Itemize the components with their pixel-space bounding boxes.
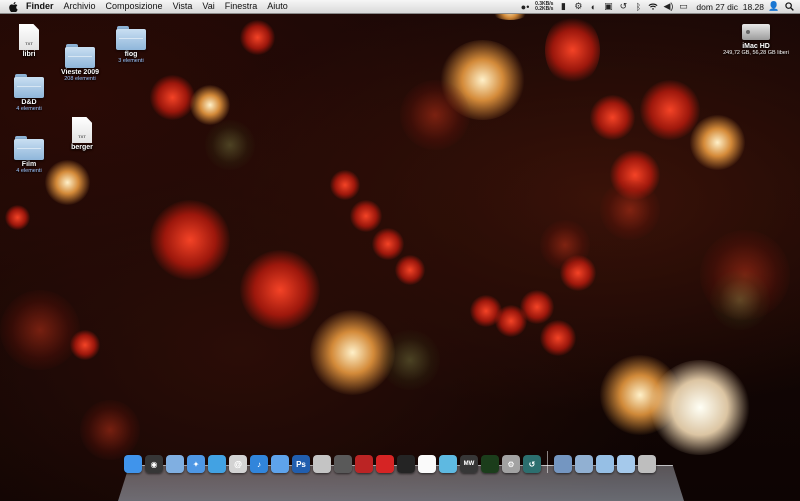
status-area: ●• 0.3KB/s 0.2KB/s ▮ ⚙ ◐ ▣ ↺ ᛒ ◀) ▭ dom …: [520, 0, 794, 13]
calendar-icon[interactable]: [418, 455, 436, 473]
folder-icon: [116, 26, 146, 50]
safari-icon[interactable]: ✦: [187, 455, 205, 473]
iphoto-icon[interactable]: [313, 455, 331, 473]
desktop-folder-flog[interactable]: flog 3 elementi: [96, 26, 166, 64]
time-machine-icon[interactable]: ↺: [523, 455, 541, 473]
ichat-icon[interactable]: [208, 455, 226, 473]
dock-separator[interactable]: [547, 451, 548, 473]
desktop-drive-imac-hd[interactable]: iMac HD 249,72 GB, 56,28 GB liberi: [716, 20, 796, 56]
system-preferences-icon[interactable]: ⚙: [502, 455, 520, 473]
imovie-icon[interactable]: [271, 455, 289, 473]
net-up: 0.2KB/s: [535, 5, 554, 12]
gear-icon[interactable]: ⚙: [573, 1, 583, 12]
menu-aiuto[interactable]: Aiuto: [267, 0, 288, 13]
folder-icon: [14, 74, 44, 98]
wifi-icon[interactable]: [648, 2, 658, 12]
menu-finestra[interactable]: Finestra: [225, 0, 258, 13]
txt-file-icon: TXT: [72, 117, 92, 143]
apple-icon[interactable]: [6, 1, 20, 12]
menu-finder[interactable]: Finder: [26, 0, 54, 13]
menu-composizione[interactable]: Composizione: [106, 0, 163, 13]
documents-stack-icon[interactable]: [575, 455, 593, 473]
folder-icon: [65, 44, 95, 68]
network-monitor[interactable]: 0.3KB/s 0.2KB/s: [535, 1, 554, 12]
menu-bar: Finder Archivio Composizione Vista Vai F…: [0, 0, 800, 14]
desktop-folder-dnd[interactable]: D&D 4 elementi: [0, 74, 64, 112]
preview-icon[interactable]: [355, 455, 373, 473]
activity-monitor-icon[interactable]: [481, 455, 499, 473]
finder-icon[interactable]: [124, 455, 142, 473]
mail-stamp-icon[interactable]: [166, 455, 184, 473]
bluetooth-icon[interactable]: ᛒ: [633, 2, 643, 12]
folder-stack-icon[interactable]: [617, 455, 635, 473]
activity-dots-icon[interactable]: ●•: [520, 2, 530, 12]
dashboard-icon[interactable]: ◉: [145, 455, 163, 473]
desktop-wallpaper: [0, 0, 800, 500]
address-book-icon[interactable]: @: [229, 455, 247, 473]
menu-vista[interactable]: Vista: [173, 0, 193, 13]
menu-vai[interactable]: Vai: [202, 0, 214, 13]
applications-folder-icon[interactable]: [554, 455, 572, 473]
menu-archivio[interactable]: Archivio: [64, 0, 96, 13]
folder-icon: [14, 136, 44, 160]
itunes-icon[interactable]: ♪: [250, 455, 268, 473]
hard-drive-icon: [741, 20, 771, 42]
battery-icon[interactable]: ▭: [678, 1, 688, 12]
game-mw-icon[interactable]: MW: [460, 455, 478, 473]
app-status-icon[interactable]: ▣: [603, 1, 613, 12]
menubar-clock[interactable]: dom 27 dic 18.28: [696, 2, 764, 12]
red-app-icon[interactable]: [376, 455, 394, 473]
txt-file-icon: TXT: [19, 24, 39, 50]
photoshop-icon[interactable]: Ps: [292, 455, 310, 473]
dock: ◉ ✦ @ ♪ Ps MW ⚙ ↺: [124, 443, 680, 473]
volume-icon[interactable]: ◀): [663, 1, 673, 12]
desktop-folder-film[interactable]: Film 4 elementi: [0, 136, 64, 174]
user-icon[interactable]: 👤: [768, 1, 779, 12]
sync-icon[interactable]: ◐: [588, 2, 598, 12]
cpu-meter-icon[interactable]: ▮: [558, 1, 568, 12]
photo-app-icon[interactable]: [439, 455, 457, 473]
tophat-icon[interactable]: [397, 455, 415, 473]
spotlight-icon[interactable]: [784, 2, 794, 12]
trash-icon[interactable]: [638, 455, 656, 473]
time-machine-menu-icon[interactable]: ↺: [618, 1, 628, 12]
downloads-folder-icon[interactable]: [596, 455, 614, 473]
camera-icon[interactable]: [334, 455, 352, 473]
